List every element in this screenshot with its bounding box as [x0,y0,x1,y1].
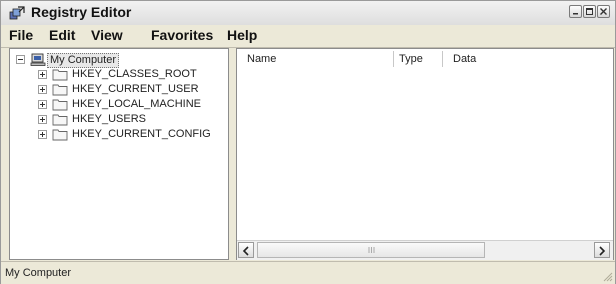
tree-item-hkey-current-config[interactable]: HKEY_CURRENT_CONFIG [10,128,220,144]
expand-toggle[interactable] [38,130,47,139]
tree-root-row[interactable]: My Computer [10,53,210,69]
window-title: Registry Editor [31,4,132,20]
values-list-pane[interactable]: Name Type Data [236,48,614,260]
title-bar[interactable]: Registry Editor [1,1,615,26]
status-text: My Computer [5,267,72,279]
tree-item-label[interactable]: HKEY_CURRENT_USER [72,83,199,96]
list-header: Name Type Data [237,49,613,69]
tree-item-hkey-users[interactable]: HKEY_USERS [10,113,220,129]
menu-file[interactable]: File [9,27,33,43]
horizontal-scrollbar[interactable] [237,240,613,260]
folder-icon [52,99,68,111]
column-header-type[interactable]: Type [399,53,423,65]
menu-view[interactable]: View [91,27,123,43]
key-tree-pane[interactable]: My Computer HKEY_CLASSES_ROOT HKEY_CURRE… [9,48,229,260]
tree-root-label[interactable]: My Computer [47,53,120,68]
arrow-right-icon [599,246,606,256]
tree-item-hkey-local-machine[interactable]: HKEY_LOCAL_MACHINE [10,98,220,114]
resize-grip-icon[interactable] [601,270,613,282]
minimize-icon [573,13,578,15]
menu-help[interactable]: Help [227,27,257,43]
status-bar: My Computer [1,261,615,284]
expand-toggle[interactable] [38,115,47,124]
tree-item-hkey-current-user[interactable]: HKEY_CURRENT_USER [10,83,220,99]
scroll-right-button[interactable] [594,242,610,258]
menu-favorites[interactable]: Favorites [151,27,213,43]
tree-item-hkey-classes-root[interactable]: HKEY_CLASSES_ROOT [10,68,220,84]
registry-editor-window: Registry Editor File Edit View Favorites… [0,0,616,284]
tree-item-label[interactable]: HKEY_CLASSES_ROOT [72,68,197,81]
scroll-thumb[interactable] [257,242,485,258]
expand-toggle[interactable] [38,85,47,94]
tree-item-label[interactable]: HKEY_USERS [72,113,146,126]
expand-toggle[interactable] [38,100,47,109]
collapse-toggle[interactable] [16,55,25,64]
tree-item-label[interactable]: HKEY_LOCAL_MACHINE [72,98,201,111]
close-icon [600,8,607,15]
arrow-left-icon [242,246,249,256]
registry-editor-icon [9,6,25,20]
menu-bar: File Edit View Favorites Help [1,25,615,48]
folder-icon [52,69,68,81]
minimize-button[interactable] [569,5,582,18]
tree-item-label[interactable]: HKEY_CURRENT_CONFIG [72,128,211,141]
column-header-data[interactable]: Data [453,53,476,65]
column-header-name[interactable]: Name [247,53,276,65]
folder-icon [52,114,68,126]
scroll-left-button[interactable] [238,242,254,258]
folder-icon [52,129,68,141]
close-button[interactable] [597,5,610,18]
computer-icon [30,53,46,66]
grip-icon [368,247,375,253]
column-divider[interactable] [442,51,443,67]
column-divider[interactable] [393,51,394,67]
menu-edit[interactable]: Edit [49,27,75,43]
maximize-icon [586,8,593,15]
expand-toggle[interactable] [38,70,47,79]
folder-icon [52,84,68,96]
maximize-button[interactable] [583,5,596,18]
